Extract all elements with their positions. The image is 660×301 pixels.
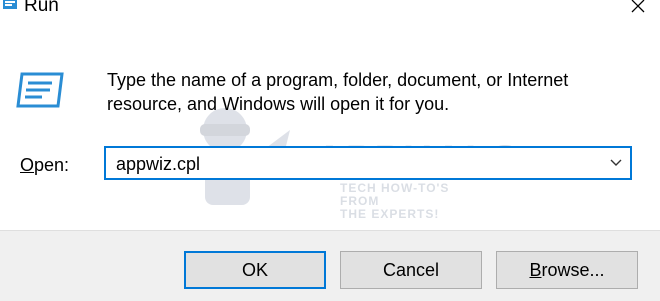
title-bar: Run: [0, 0, 660, 18]
window-title: Run: [24, 0, 59, 16]
run-icon: [2, 0, 18, 12]
open-combobox[interactable]: appwiz.cpl: [104, 146, 632, 180]
run-dialog: Run APPUALS TECH HOW-TO'S FROM THE EXPER…: [0, 0, 660, 301]
dropdown-button[interactable]: [608, 154, 624, 170]
ok-button[interactable]: OK: [184, 251, 326, 289]
chevron-down-icon: [610, 159, 622, 166]
dialog-description: Type the name of a program, folder, docu…: [107, 70, 569, 114]
program-run-icon: [16, 72, 66, 108]
close-button[interactable]: [624, 0, 652, 18]
cancel-button[interactable]: Cancel: [340, 251, 482, 289]
close-icon: [631, 0, 645, 13]
browse-button[interactable]: Browse...: [496, 251, 638, 289]
open-label: Open:: [20, 155, 70, 175]
watermark-tagline: TECH HOW-TO'S FROM THE EXPERTS!: [340, 181, 450, 221]
open-input[interactable]: appwiz.cpl: [116, 152, 200, 176]
